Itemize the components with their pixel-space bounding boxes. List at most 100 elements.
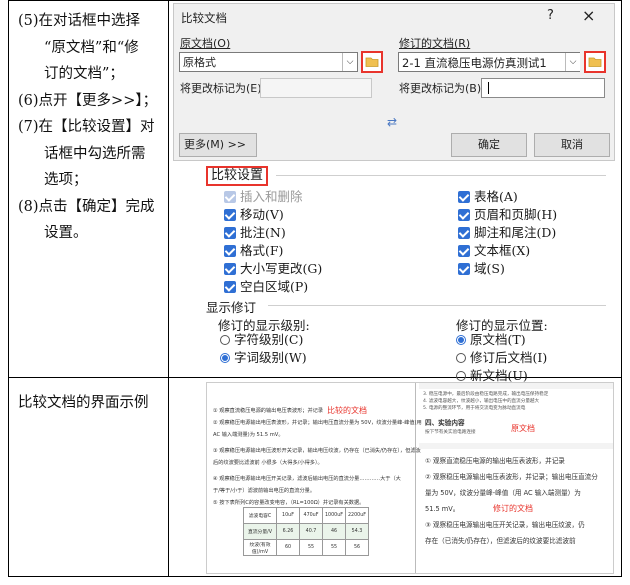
chevron-down-icon[interactable]: ⌵ [565, 53, 580, 71]
doc-line: ③ 观察稳压电源输出电压波形开关记录，输出电压纹波，仍存在（已消失/仍存在），但… [213, 448, 421, 454]
mark-changes-left-input[interactable] [260, 78, 372, 98]
radio-revised-doc[interactable]: 修订后文档(I) [456, 351, 547, 365]
mark-changes-left-label: 将更改标记为(E) [180, 82, 262, 95]
checkbox-icon [224, 227, 236, 239]
checkbox-header-footer[interactable]: 页眉和页脚(H) [458, 208, 557, 222]
step-8-cont: 设置。 [44, 225, 88, 241]
dialog-title: 比较文档 [181, 11, 227, 25]
compare-settings-panel: 比较设置 插入和删除 移动(V) 批注(N) 格式(F) 大小写更改(G) 空白… [206, 166, 612, 383]
original-doc-select[interactable]: 原格式 [179, 52, 358, 72]
close-icon[interactable]: × [582, 6, 595, 25]
mark-changes-right-input[interactable] [481, 78, 605, 98]
checkbox-footnotes[interactable]: 脚注和尾注(D) [458, 226, 556, 240]
swap-icon[interactable]: ⇄ [387, 115, 397, 129]
ok-button[interactable]: 确定 [451, 133, 527, 157]
folder-icon [588, 57, 602, 67]
doc-line: AC 输入端测量)为 51.5 mV。 [213, 432, 284, 438]
divider [268, 305, 606, 306]
checkbox-icon [458, 191, 470, 203]
doc-line: 于/等于/小于）滤波前输出电压的直流分量。 [213, 488, 316, 494]
original-doc-value: 原格式 [183, 56, 216, 69]
revised-doc-value: 2-1 直流稳压电源仿真测试1 [402, 56, 547, 70]
cancel-button[interactable]: 取消 [534, 133, 610, 157]
table-row: 直流分量/V 6.26 40.7 46 54.3 [243, 523, 369, 540]
step-7-cont2: 选项； [44, 172, 88, 188]
example-label: 比较文档的界面示例 [18, 395, 149, 411]
doc-line: ② 观察稳压电源输出电压表波形，并记录；输出电压直流分 [425, 473, 598, 481]
radio-icon [220, 335, 230, 345]
doc-line: 后的纹波要比滤波前 小很多（大得多/小得多）。 [213, 460, 323, 466]
table-row: 纹波(有效值)/mV 60 55 55 56 [243, 539, 369, 556]
doc-line: 存在（已消失/仍存在），但滤波后的纹波要比滤波前 [425, 537, 576, 545]
radio-original-doc[interactable]: 原文档(T) [456, 333, 526, 347]
original-doc-label: 原文档(O) [180, 37, 231, 50]
checkbox-comments[interactable]: 批注(N) [224, 226, 286, 240]
data-table: 滤波电容C 10uF 470uF 1000uF 2200uF 直流分量/V 6.26 40.… [243, 507, 369, 556]
checkbox-textbox[interactable]: 文本框(X) [458, 244, 530, 258]
section-title: 四、实验内容 [425, 419, 465, 427]
table-border-bottom [8, 576, 622, 577]
chevron-down-icon[interactable]: ⌵ [342, 53, 357, 71]
table-border-right [621, 0, 622, 577]
source-documents-pane: 3. 稳压电源中，最后阶段由稳压电路完成，输出电压保持稳定 4. 滤波电容越大，… [419, 383, 613, 573]
step-7: (7)在【比较设置】对 [18, 119, 155, 135]
doc-line: ② 观察稳压电源输出电压表波形，并记录；输出电压直流分量为 50V，纹波分量峰-… [213, 420, 422, 426]
doc-line: 51.5 mV。 [425, 505, 460, 513]
doc-line: ④ 观察稳压电源输出电压开关记录，滤波后输出电压的直流分量…………大于（大 [213, 476, 401, 482]
doc-line: ① 观察直流稳压电源的输出电压表波形，并记录 [425, 457, 565, 465]
checkbox-icon [224, 245, 236, 257]
checkbox-icon [224, 263, 236, 275]
checkbox-icon [224, 281, 236, 293]
pane-header [419, 383, 613, 389]
radio-new-doc[interactable]: 新文档(U) [456, 369, 528, 383]
step-5-cont2: 订的文档”； [44, 66, 124, 82]
revised-doc-label: 修订的文档(R) [399, 37, 471, 50]
help-icon[interactable]: ? [547, 8, 554, 23]
doc-line: 5. 电源的整流环节，用于将交流电变为脉动直流电 [423, 406, 526, 411]
table-border-mid [8, 377, 622, 378]
divider [276, 175, 606, 176]
checkbox-icon [224, 209, 236, 221]
doc-line: 4. 滤波电容越大，纹波越小，输出电压中的直流分量越大 [423, 399, 540, 404]
table-border-top [8, 0, 622, 1]
checkbox-whitespace[interactable]: 空白区域(P) [224, 280, 308, 294]
compared-document-pane: 比较的文档 ① 观察直流稳压电源的输出电压表波形；并记录 ② 观察稳压电源输出电… [207, 383, 422, 573]
radio-char-level[interactable]: 字符级别(C) [220, 333, 303, 347]
checkbox-format[interactable]: 格式(F) [224, 244, 283, 258]
browse-original-button[interactable] [361, 51, 383, 73]
show-revisions-title: 显示修订 [206, 300, 257, 315]
step-5-cont: “原文档”和“修 [44, 39, 139, 56]
checkbox-move[interactable]: 移动(V) [224, 208, 284, 222]
table-border-left [8, 0, 9, 577]
checkbox-icon [458, 245, 470, 257]
pane-header [419, 443, 613, 449]
doc-line: 量为 50V，纹波分量峰-峰值（用 AC 输入端测量）为 [425, 489, 581, 497]
table-row: 滤波电容C 10uF 470uF 1000uF 2200uF [243, 507, 369, 524]
compare-settings-title: 比较设置 [206, 166, 269, 186]
step-8: (8)点击【确定】完成 [18, 198, 155, 215]
checkbox-icon [458, 209, 470, 221]
radio-icon [456, 335, 466, 345]
checkbox-insert-delete[interactable]: 插入和删除 [224, 190, 303, 204]
text-cursor [488, 82, 489, 94]
table-border-divider [168, 0, 169, 577]
step-6: (6)点开【更多>>】； [18, 92, 158, 109]
revised-doc-select[interactable]: 2-1 直流稳压电源仿真测试1 [398, 52, 580, 72]
radio-word-level[interactable]: 字词级别(W) [220, 351, 307, 365]
checkbox-fields[interactable]: 域(S) [458, 262, 505, 276]
checkbox-case-change[interactable]: 大小写更改(G) [224, 262, 322, 276]
radio-icon [456, 353, 466, 363]
checkbox-icon [458, 263, 470, 275]
doc-line: ③ 观察稳压电源输出电压开关记录，输出电压纹波，仍 [425, 521, 585, 529]
doc-line: ① 观察直流稳压电源的输出电压表波形；并记录 [213, 408, 324, 414]
more-button[interactable]: 更多(M) >> [179, 133, 257, 157]
checkbox-icon [224, 191, 236, 203]
checkbox-icon [458, 227, 470, 239]
radio-icon [220, 353, 230, 363]
browse-revised-button[interactable] [584, 51, 606, 73]
compare-dialog: 比较文档 ? × 原文档(O) 原格式 ⌵ 修订的文档(R) 2-1 直流稳压电… [173, 3, 615, 161]
step-7-cont: 话框中勾选所需 [44, 145, 146, 162]
checkbox-tables[interactable]: 表格(A) [458, 190, 518, 204]
compare-view-example: 比较的文档 ① 观察直流稳压电源的输出电压表波形；并记录 ② 观察稳压电源输出电… [206, 382, 614, 574]
instruction-steps: (5)在对话框中选择 “原文档”和“修 订的文档”； (6)点开【更多>>】； … [18, 8, 168, 247]
